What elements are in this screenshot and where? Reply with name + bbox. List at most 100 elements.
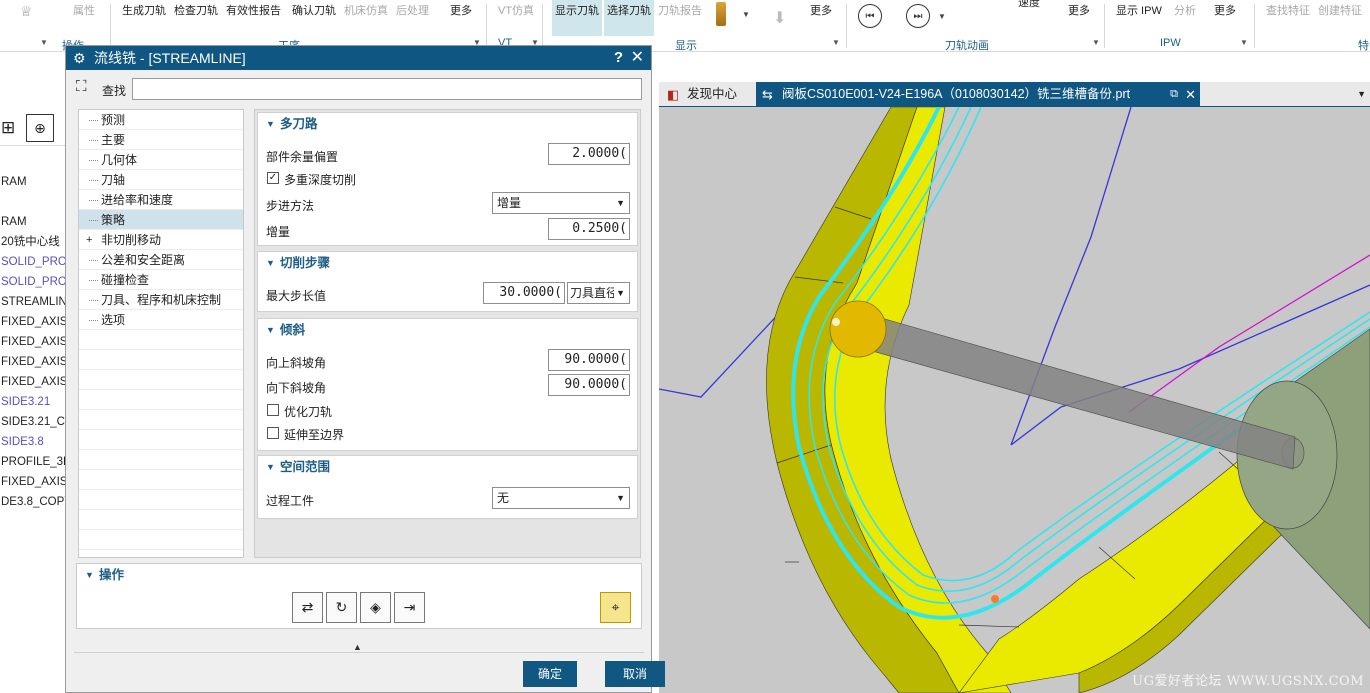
crown-icon[interactable]: ♕ <box>20 3 33 20</box>
multi-depth-checkbox[interactable]: ✓ <box>267 172 279 184</box>
cam-scene <box>659 107 1370 693</box>
tree-item[interactable]: 主要 <box>79 130 243 150</box>
close-tab-icon[interactable]: ✕ <box>1185 82 1196 107</box>
next-frame-icon[interactable]: ⏭ <box>906 4 930 28</box>
navigator-row[interactable]: FIXED_AXIS <box>0 352 66 372</box>
step-method-select[interactable]: 增量 ▼ <box>492 192 630 214</box>
ramp-up-input[interactable]: 90.0000( <box>548 349 630 371</box>
more-button-3[interactable]: 更多 <box>1068 2 1090 18</box>
more-button-4[interactable]: 更多 <box>1214 2 1236 18</box>
tree-item[interactable]: 刀轴 <box>79 170 243 190</box>
navigator-row[interactable]: PROFILE_3D <box>0 452 66 472</box>
postprocess-button[interactable]: 后处理 <box>396 2 429 18</box>
list-toolpath-icon[interactable]: ⇥ <box>394 592 425 623</box>
gear-icon[interactable]: ⚙ <box>73 46 86 70</box>
previous-frame-icon[interactable]: ⏮ <box>858 4 882 28</box>
tree-item[interactable]: 刀具、程序和机床控制 <box>79 290 243 310</box>
tab-part-file[interactable]: ⇆ 阀板CS010E001-V24-E196A（0108030142）铣三维槽备… <box>756 82 1200 107</box>
verify-toolpath-button[interactable]: 检查刀轨 <box>174 2 218 18</box>
navigator-row[interactable]: RAM <box>0 172 66 192</box>
optimize-toolpath-checkbox[interactable] <box>267 404 279 416</box>
display-toolpath-icon[interactable]: ⌖ <box>600 592 631 623</box>
in-process-workpiece-select[interactable]: 无 ▼ <box>492 487 630 509</box>
max-step-unit-select[interactable]: 刀具直径 ▼ <box>567 282 630 304</box>
ok-button[interactable]: 确定 <box>523 661 577 687</box>
cancel-button[interactable]: 取消 <box>605 661 665 687</box>
group-expand-icon[interactable]: ▼ <box>40 38 48 47</box>
navigator-row[interactable]: SIDE3.21_C <box>0 412 66 432</box>
section-cut-step-header[interactable]: ▼ 切削步骤 <box>258 252 637 274</box>
more-button-2[interactable]: 更多 <box>810 2 832 18</box>
tab-list-dropdown-icon[interactable]: ▼ <box>1357 82 1366 107</box>
dropdown-arrow-icon[interactable]: ▼ <box>742 10 750 19</box>
tree-item[interactable]: 碰撞检查 <box>79 270 243 290</box>
machine-sim-button[interactable]: 机床仿真 <box>344 2 388 18</box>
graphics-viewport[interactable]: UG爱好者论坛 WWW.UGSNX.COM <box>659 107 1370 693</box>
group-expand-icon[interactable]: ▼ <box>1240 38 1248 47</box>
section-operations-title: 操作 <box>99 568 125 582</box>
detach-tab-icon[interactable]: ⧉ <box>1170 82 1178 107</box>
navigator-row[interactable]: DE3.8_COPY <box>0 492 66 512</box>
tree-connector <box>89 260 98 261</box>
tree-item[interactable]: 选项 <box>79 310 243 330</box>
navigator-row[interactable]: FIXED_AXIS <box>0 332 66 352</box>
find-feature-button[interactable]: 查找特征 <box>1266 2 1310 18</box>
more-button-1[interactable]: 更多 <box>450 2 472 18</box>
navigator-row[interactable]: SOLID_PRC <box>0 272 66 292</box>
ramp-down-input[interactable]: 90.0000( <box>548 374 630 396</box>
analysis-button[interactable]: 分析 <box>1174 2 1196 18</box>
replay-toolpath-icon[interactable]: ↻ <box>326 592 357 623</box>
section-operations-header[interactable]: ▼ 操作 <box>77 564 377 586</box>
show-ipw-button[interactable]: 显示 IPW <box>1116 2 1162 18</box>
navigator-row[interactable]: FIXED_AXIS <box>0 312 66 332</box>
find-input[interactable] <box>132 78 642 100</box>
navigator-row[interactable]: SIDE3.8 <box>0 432 66 452</box>
section-space-range-header[interactable]: ▼ 空间范围 <box>258 456 637 478</box>
navigator-row[interactable]: FIXED_AXIS <box>0 472 66 492</box>
tab-discovery-center[interactable]: ◧ 发现中心 <box>661 82 753 107</box>
select-toolpath-button[interactable]: 选择刀轨 <box>607 2 651 18</box>
navigator-row[interactable]: 20铣中心线 <box>0 232 66 252</box>
collapse-up-icon[interactable]: ▲ <box>353 642 362 652</box>
section-tilt-header[interactable]: ▼ 倾斜 <box>258 319 637 341</box>
validity-report-button[interactable]: 有效性报告 <box>226 2 281 18</box>
program-order-icon[interactable]: ⊞ <box>1 118 15 138</box>
create-program-icon[interactable]: ⊕ <box>26 114 54 142</box>
tree-item[interactable]: 几何体 <box>79 150 243 170</box>
group-expand-icon[interactable]: ▼ <box>832 38 840 47</box>
verify-toolpath-icon[interactable]: ◈ <box>360 592 391 623</box>
tree-item[interactable]: + 非切削移动 <box>79 230 243 250</box>
drill-bit-icon[interactable] <box>716 2 726 26</box>
ball-highlight <box>832 318 840 326</box>
dialog-title-bar[interactable]: ⚙ 流线铣 - [STREAMLINE] ? ✕ <box>66 46 651 70</box>
expand-plus-icon[interactable]: + <box>86 230 92 250</box>
section-multi-pass-header[interactable]: ▼ 多刀路 <box>258 113 637 135</box>
max-step-input[interactable]: 30.0000( <box>483 282 565 304</box>
part-stock-offset-input[interactable]: 2.0000( <box>548 143 630 165</box>
show-toolpath-button[interactable]: 显示刀轨 <box>555 2 599 18</box>
navigator-row[interactable]: SIDE3.21 <box>0 392 66 412</box>
navigator-row[interactable] <box>0 192 66 212</box>
navigator-row[interactable]: STREAMLIN <box>0 292 66 312</box>
close-button[interactable]: ✕ <box>631 46 644 70</box>
confirm-toolpath-button[interactable]: 确认刀轨 <box>292 2 336 18</box>
properties-button[interactable]: 属性 <box>73 2 95 18</box>
tree-item[interactable]: 进给率和速度 <box>79 190 243 210</box>
extend-to-boundary-checkbox[interactable] <box>267 427 279 439</box>
toolpath-report-button[interactable]: 刀轨报告 <box>658 2 702 18</box>
navigator-row[interactable]: FIXED_AXIS <box>0 372 66 392</box>
increment-input[interactable]: 0.2500( <box>548 218 630 240</box>
navigator-row[interactable]: SOLID_PRC <box>0 252 66 272</box>
navigator-row[interactable]: RAM <box>0 212 66 232</box>
tree-item[interactable]: 公差和安全距离 <box>79 250 243 270</box>
vt-sim-button[interactable]: VT仿真 <box>498 2 534 18</box>
group-expand-icon[interactable]: ▼ <box>1092 38 1100 47</box>
generate-toolpath-button[interactable]: 生成刀轨 <box>122 2 166 18</box>
move-down-icon[interactable]: ⬇ <box>773 8 786 28</box>
create-feature-button[interactable]: 创建特征 <box>1318 2 1362 18</box>
generate-toolpath-icon[interactable]: ⇄ <box>292 592 323 623</box>
help-button[interactable]: ? <box>614 46 623 70</box>
tree-item[interactable]: 策略 <box>79 210 243 230</box>
dropdown-arrow-icon[interactable]: ▼ <box>938 12 946 21</box>
tree-item[interactable]: 预测 <box>79 110 243 130</box>
